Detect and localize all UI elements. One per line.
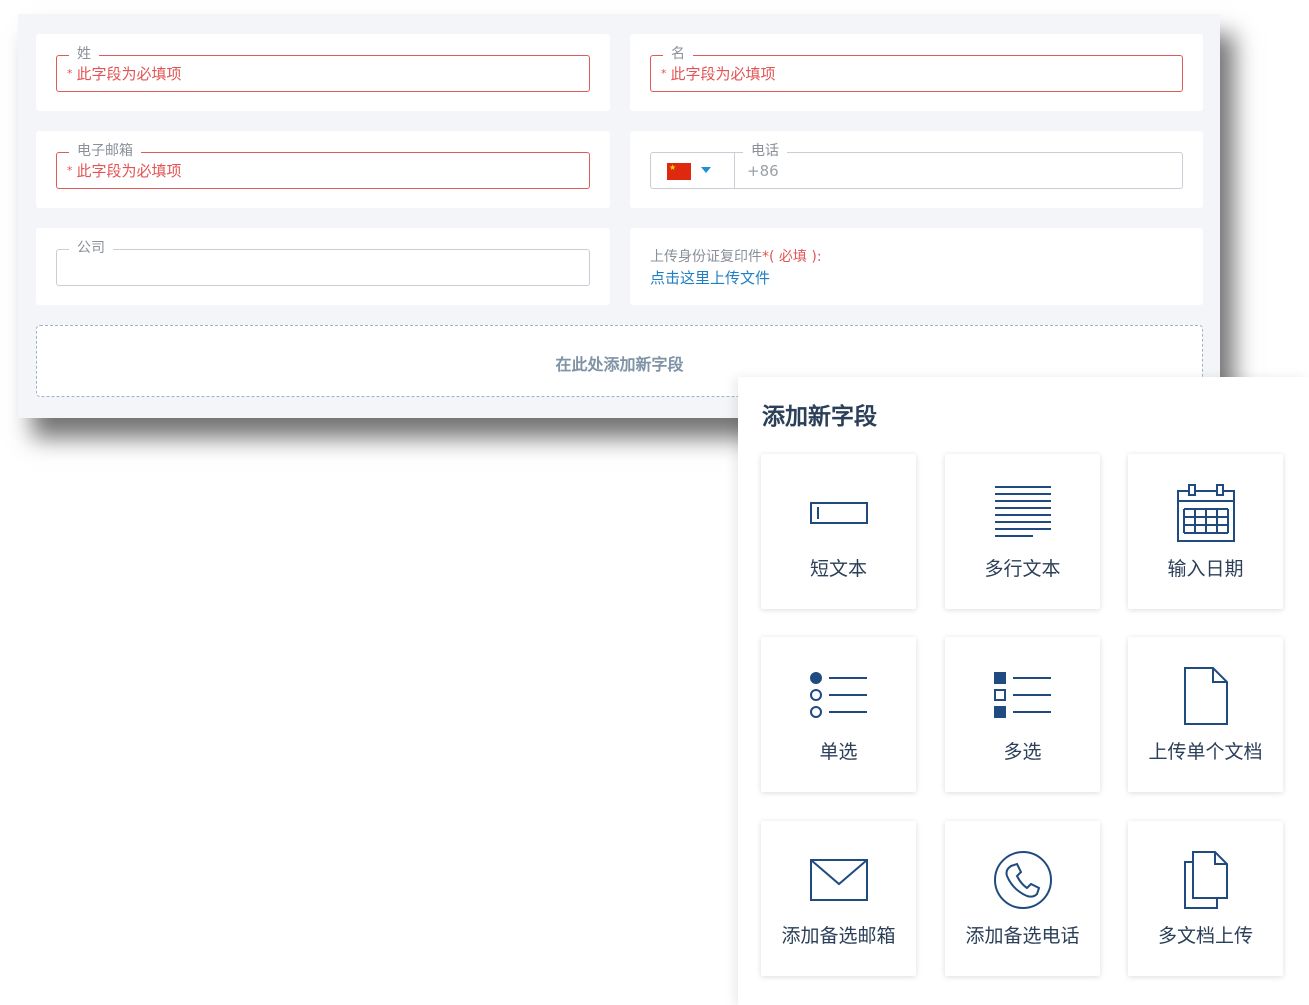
calendar-icon <box>1128 482 1283 544</box>
tile-alt-email[interactable]: 添加备选邮箱 <box>761 821 916 976</box>
tile-short-text[interactable]: 短文本 <box>761 454 916 609</box>
company-field[interactable]: 公司 <box>56 238 590 286</box>
tile-multi-document[interactable]: 多文档上传 <box>1128 821 1283 976</box>
tile-alt-phone[interactable]: 添加备选电话 <box>945 821 1100 976</box>
email-card: 电子邮箱 * 此字段为必填项 <box>36 131 610 208</box>
multiline-text-icon <box>945 482 1100 544</box>
first-name-error-text: 此字段为必填项 <box>670 65 776 83</box>
required-star: * <box>67 67 73 80</box>
tile-label: 多行文本 <box>984 558 1061 580</box>
tile-multi-choice[interactable]: 多选 <box>945 637 1100 792</box>
phone-card: 电话 ★ +86 <box>630 131 1203 208</box>
id-upload-card: 上传身份证复印件*( 必填 ): 点击这里上传文件 <box>630 228 1203 305</box>
tile-label: 输入日期 <box>1167 558 1244 580</box>
email-legend: 电子邮箱 <box>69 141 141 161</box>
tile-multiline-text[interactable]: 多行文本 <box>945 454 1100 609</box>
required-text: ( 必填 ): <box>769 249 822 265</box>
first-name-field[interactable]: 名 * 此字段为必填项 <box>650 44 1183 92</box>
company-card: 公司 <box>36 228 610 305</box>
email-error: * 此字段为必填项 <box>67 161 182 181</box>
tile-label: 上传单个文档 <box>1148 741 1263 763</box>
tile-label: 单选 <box>819 741 858 763</box>
document-icon <box>1128 665 1283 727</box>
first-name-error: * 此字段为必填项 <box>661 64 776 84</box>
add-field-popup: 添加新字段 短文本 多行文本 输入日期 单选 多选 上传单个文档 添加备选邮箱 … <box>738 377 1309 1005</box>
tile-label: 添加备选邮箱 <box>781 925 896 947</box>
tile-single-document[interactable]: 上传单个文档 <box>1128 637 1283 792</box>
last-name-legend: 姓 <box>69 44 99 64</box>
id-upload-label: 上传身份证复印件*( 必填 ): <box>650 246 822 266</box>
last-name-error-text: 此字段为必填项 <box>76 65 182 83</box>
id-upload-label-text: 上传身份证复印件 <box>650 249 762 265</box>
envelope-icon <box>761 849 916 911</box>
phone-icon <box>945 849 1100 911</box>
short-text-icon <box>761 482 916 544</box>
upload-file-link[interactable]: 点击这里上传文件 <box>650 267 770 288</box>
email-field[interactable]: 电子邮箱 * 此字段为必填项 <box>56 141 590 189</box>
phone-input[interactable]: +86 <box>747 161 779 181</box>
first-name-legend: 名 <box>663 44 693 64</box>
first-name-card: 名 * 此字段为必填项 <box>630 34 1203 111</box>
tile-label: 多文档上传 <box>1157 925 1253 947</box>
last-name-error: * 此字段为必填项 <box>67 64 182 84</box>
tile-date[interactable]: 输入日期 <box>1128 454 1283 609</box>
company-legend: 公司 <box>69 238 113 258</box>
add-field-label: 在此处添加新字段 <box>555 355 684 374</box>
documents-icon <box>1128 849 1283 911</box>
chevron-down-icon <box>701 167 711 173</box>
phone-field: 电话 ★ +86 <box>650 141 1183 189</box>
required-star: * <box>67 164 73 177</box>
last-name-field[interactable]: 姓 * 此字段为必填项 <box>56 44 590 92</box>
popup-title: 添加新字段 <box>762 404 877 430</box>
checkbox-list-icon <box>945 665 1100 727</box>
required-star: * <box>661 67 667 80</box>
tile-label: 多选 <box>1003 741 1042 763</box>
form-panel: 姓 * 此字段为必填项 名 * 此字段为必填项 电子邮箱 * 此字段为必填项 电话 ★… <box>18 14 1220 418</box>
tile-label: 短文本 <box>809 558 867 580</box>
phone-legend: 电话 <box>743 141 787 161</box>
tile-label: 添加备选电话 <box>965 925 1080 947</box>
required-star: * <box>762 249 769 265</box>
tile-single-choice[interactable]: 单选 <box>761 637 916 792</box>
email-error-text: 此字段为必填项 <box>76 162 182 180</box>
china-flag-icon: ★ <box>667 163 691 180</box>
radio-list-icon <box>761 665 916 727</box>
last-name-card: 姓 * 此字段为必填项 <box>36 34 610 111</box>
country-code-select[interactable]: ★ <box>651 153 735 188</box>
